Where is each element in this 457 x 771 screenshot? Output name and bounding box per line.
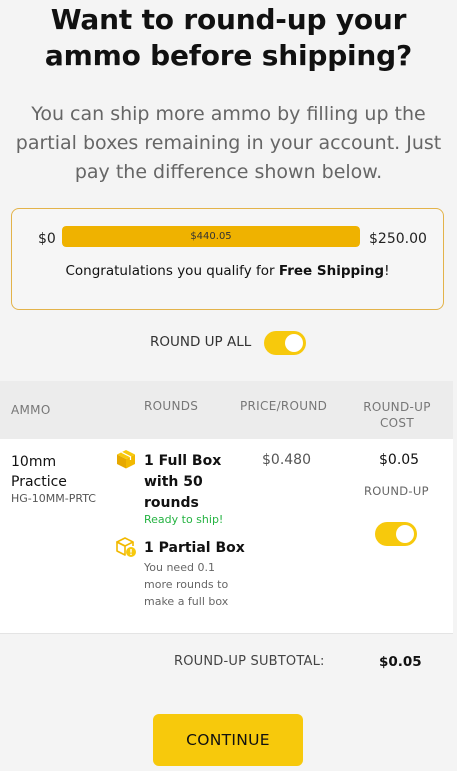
subtotal-label: ROUND-UP SUBTOTAL: <box>174 654 325 669</box>
header-ammo: AMMO <box>11 403 51 417</box>
round-up-cost: $0.05 <box>379 452 420 468</box>
ammo-name: 10mm Practice <box>11 454 67 490</box>
round-up-all-toggle[interactable] <box>264 331 306 355</box>
continue-button[interactable]: CONTINUE <box>153 714 303 766</box>
partial-box-icon <box>116 537 136 557</box>
message-prefix: Congratulations you qualify for <box>65 263 279 279</box>
page-title: Want to round-up your ammo before shippi… <box>44 3 413 72</box>
page-subtitle: You can ship more ammo by filling up the… <box>15 103 442 183</box>
progress-max-label: $250.00 <box>369 231 427 247</box>
shipping-progress-bar: $440.05 <box>62 226 360 247</box>
row-round-up-toggle[interactable] <box>375 522 417 546</box>
round-up-label: ROUND-UP <box>364 484 429 498</box>
header-rounds: ROUNDS <box>144 399 199 413</box>
table-header: AMMO ROUNDS PRICE/ROUND ROUND-UP COST <box>0 381 453 439</box>
ready-status: Ready to ship! <box>144 513 224 526</box>
header-round-up-cost: ROUND-UP COST <box>363 400 431 430</box>
toggle-knob <box>285 334 303 352</box>
round-up-all-label: ROUND UP ALL <box>150 334 252 350</box>
shipping-progress-fill: $440.05 <box>62 226 360 247</box>
full-box-icon <box>117 450 135 469</box>
header-price-round: PRICE/ROUND <box>240 399 328 413</box>
table-row: 10mm Practice HG-10MM-PRTC 1 Full Box wi… <box>0 439 453 634</box>
progress-current-label: $440.05 <box>190 231 232 242</box>
ammo-sku: HG-10MM-PRTC <box>11 492 96 505</box>
price-per-round: $0.480 <box>262 452 311 468</box>
full-box-label: 1 Full Box with 50 rounds <box>144 453 222 511</box>
message-bold: Free Shipping <box>278 263 385 279</box>
progress-min-label: $0 <box>38 231 56 247</box>
partial-box-label: 1 Partial Box <box>144 540 245 556</box>
shipping-progress-panel: $0 $440.05 $250.00 Congratulations you q… <box>11 208 444 310</box>
free-shipping-message: Congratulations you qualify for Free Shi… <box>12 263 443 279</box>
toggle-knob <box>396 525 414 543</box>
subtotal-value: $0.05 <box>379 654 422 670</box>
partial-box-note: You need 0.1 more rounds to make a full … <box>144 561 229 608</box>
message-suffix: ! <box>384 263 390 279</box>
